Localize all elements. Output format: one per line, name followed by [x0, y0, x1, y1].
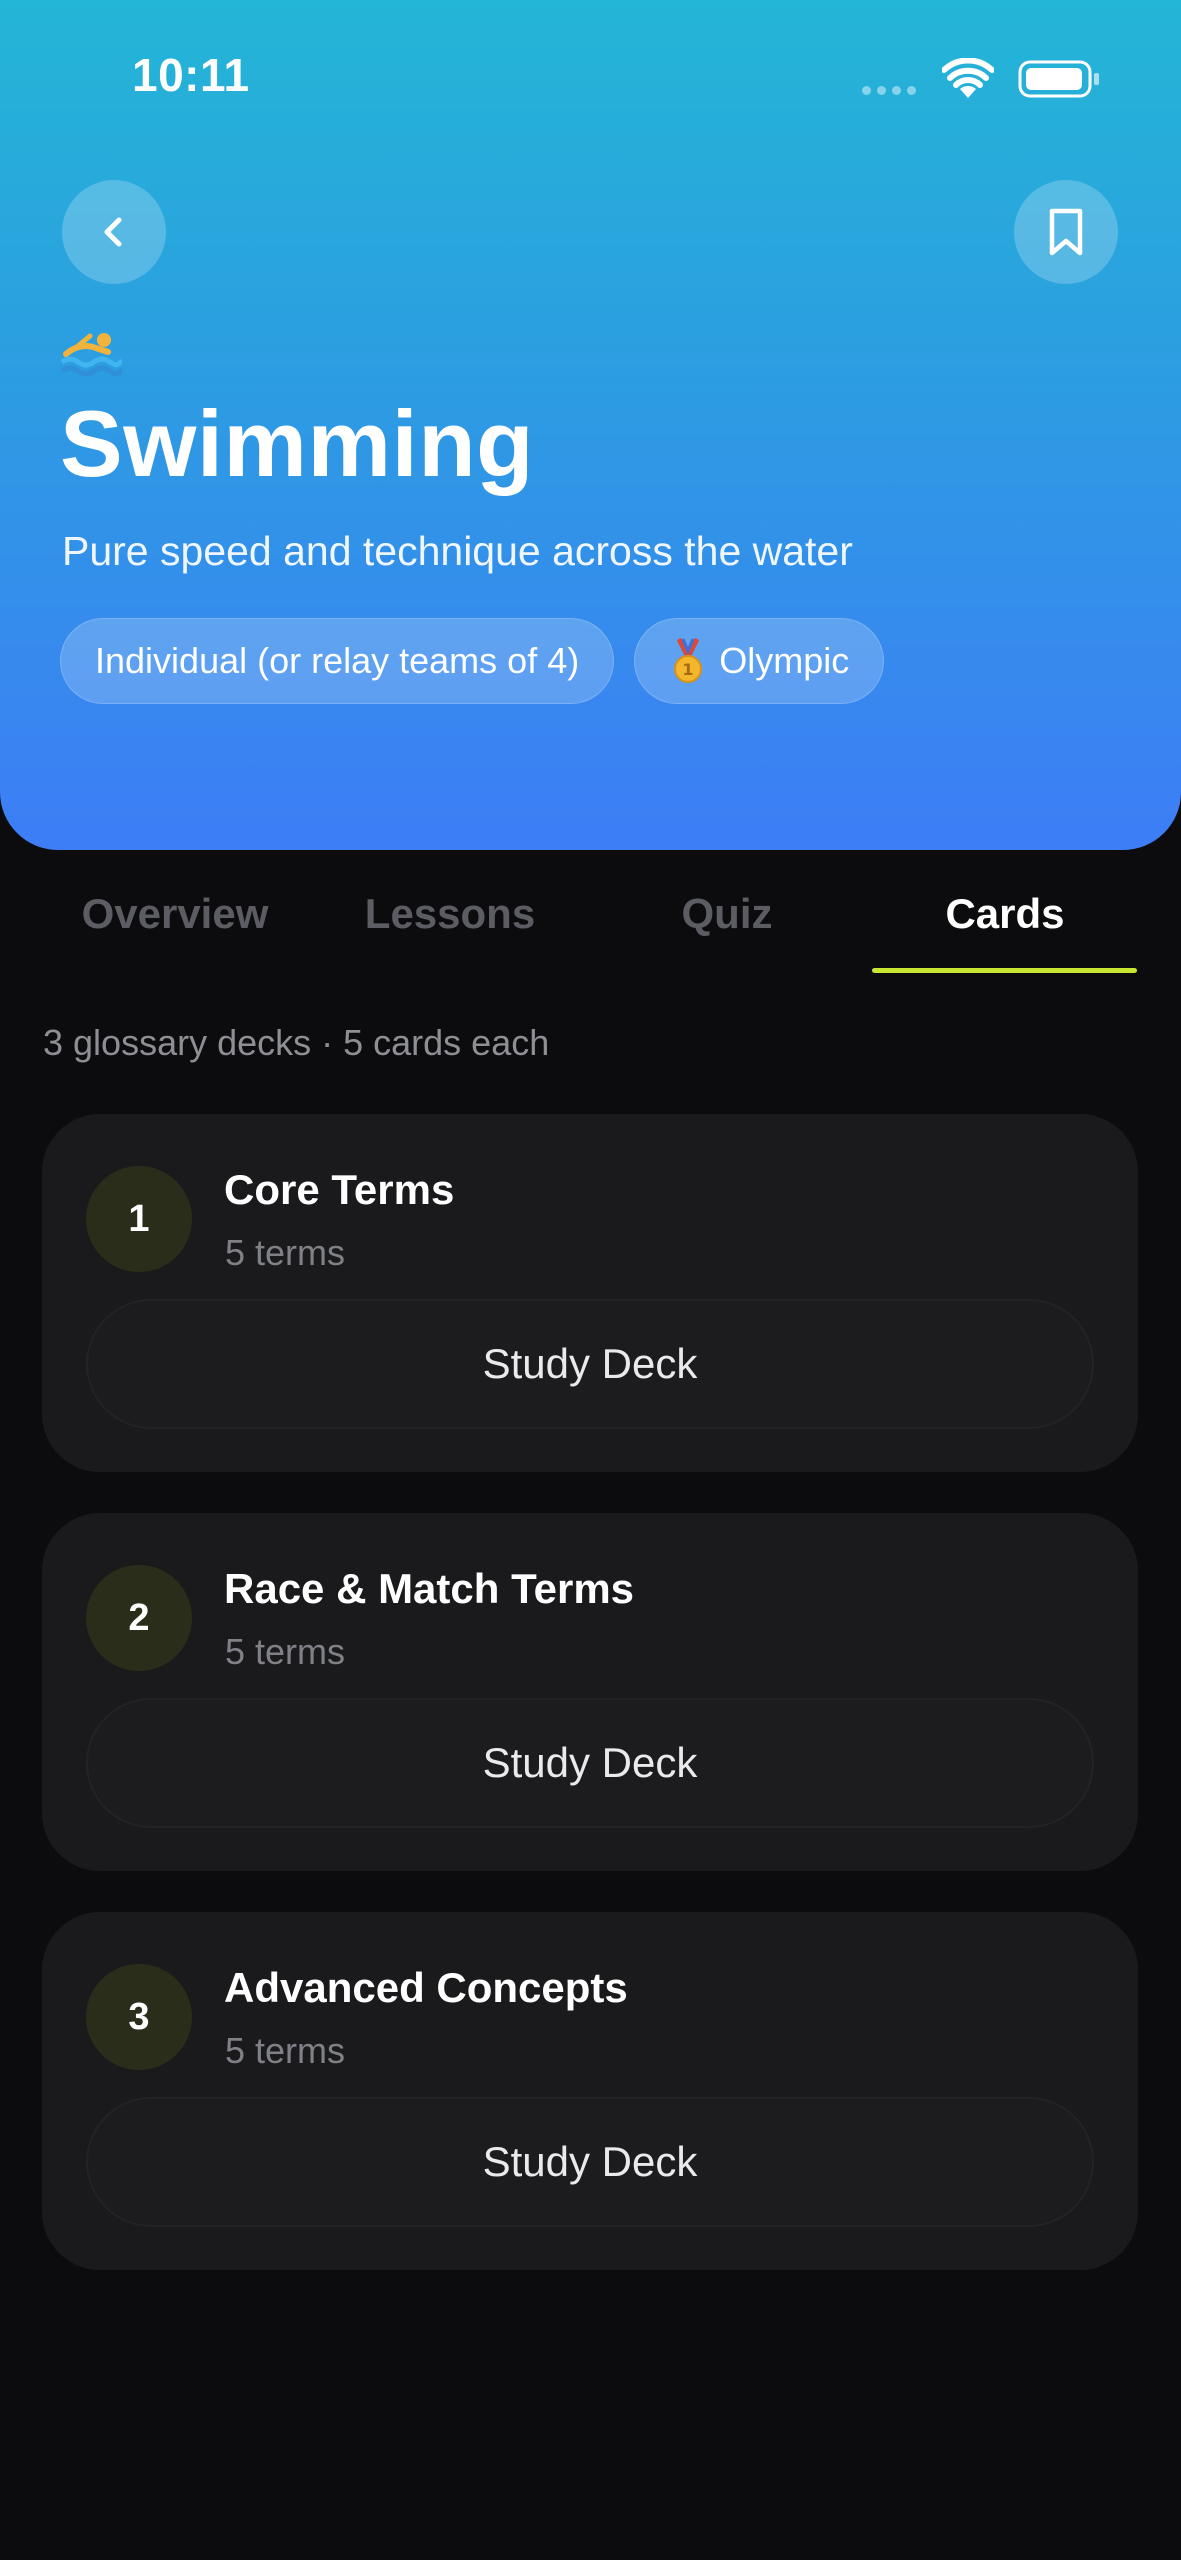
deck-number-badge: 2 [86, 1565, 192, 1671]
svg-text:1: 1 [683, 660, 694, 679]
active-tab-indicator [872, 968, 1137, 973]
wifi-icon [942, 58, 994, 98]
tab-quiz[interactable]: Quiz [592, 890, 862, 980]
tab-bar: Overview Lessons Quiz Cards [0, 890, 1181, 980]
sport-tags: Individual (or relay teams of 4) 1 Olymp… [60, 618, 885, 704]
deck-card: 3 Advanced Concepts 5 terms Study Deck [42, 1912, 1138, 2270]
status-time: 10:11 [132, 49, 250, 101]
deck-title: Advanced Concepts [224, 1964, 628, 2011]
gold-medal-icon: 1 [674, 637, 703, 683]
deck-title: Core Terms [224, 1166, 455, 1213]
format-chip: Individual (or relay teams of 4) [60, 618, 615, 704]
hero-header: 10:11 Swimming Pure speed and technique … [0, 0, 1181, 850]
deck-term-count: 5 terms [225, 1232, 346, 1273]
battery-icon [1018, 60, 1099, 98]
tab-cards[interactable]: Cards [870, 890, 1140, 980]
deck-number-badge: 3 [86, 1964, 192, 2070]
format-chip-label: Individual (or relay teams of 4) [95, 640, 580, 681]
deck-summary: 3 glossary decks · 5 cards each [43, 1022, 550, 1063]
chevron-left-icon [104, 217, 122, 247]
page-subtitle: Pure speed and technique across the wate… [62, 528, 853, 574]
back-button[interactable] [62, 180, 166, 284]
olympic-chip-label: Olympic [719, 640, 850, 681]
cellular-signal-icon [862, 86, 916, 95]
study-deck-button[interactable]: Study Deck [86, 1299, 1094, 1429]
deck-card: 2 Race & Match Terms 5 terms Study Deck [42, 1513, 1138, 1871]
bookmark-icon [1049, 208, 1083, 256]
study-deck-button[interactable]: Study Deck [86, 2097, 1094, 2227]
status-bar: 10:11 [0, 0, 1181, 150]
deck-card: 1 Core Terms 5 terms Study Deck [42, 1114, 1138, 1472]
swimmer-icon [60, 333, 122, 376]
deck-number-badge: 1 [86, 1166, 192, 1272]
deck-title: Race & Match Terms [224, 1565, 635, 1612]
olympic-chip: 1 Olympic [634, 618, 885, 704]
tab-overview[interactable]: Overview [40, 890, 310, 980]
deck-term-count: 5 terms [225, 1631, 346, 1672]
deck-term-count: 5 terms [225, 2030, 346, 2071]
bookmark-button[interactable] [1014, 180, 1118, 284]
page-title: Swimming [60, 391, 535, 496]
tab-lessons[interactable]: Lessons [315, 890, 585, 980]
study-deck-button[interactable]: Study Deck [86, 1698, 1094, 1828]
